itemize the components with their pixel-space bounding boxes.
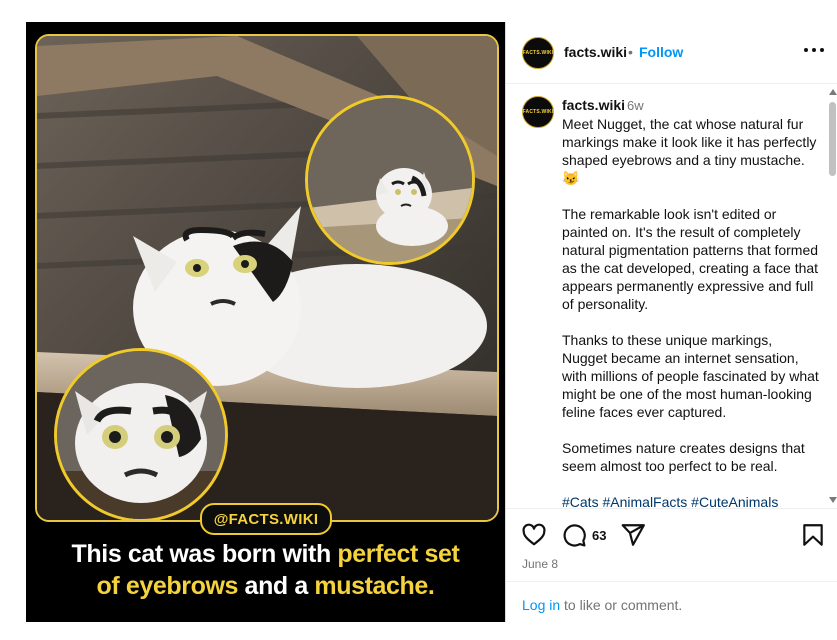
cat-photo: [35, 34, 499, 522]
post-details-panel: FACTS.WIKI facts.wiki • Follow FACTS.WIK…: [505, 22, 837, 622]
inset-photo-cat-closeup: [54, 348, 228, 520]
login-link[interactable]: Log in: [522, 597, 560, 613]
post-header: FACTS.WIKI facts.wiki • Follow: [506, 22, 837, 84]
caption-section[interactable]: FACTS.WIKI facts.wiki 6w Meet Nugget, th…: [506, 84, 828, 508]
caption-scrollbar[interactable]: [827, 84, 837, 508]
share-icon[interactable]: [620, 522, 646, 548]
hashtags: #Cats #AnimalFacts #CuteAnimals: [562, 493, 820, 508]
caption-paragraph: The remarkable look isn't edited or pain…: [562, 206, 819, 312]
more-options-icon[interactable]: [802, 38, 826, 62]
scroll-up-arrow-icon[interactable]: [829, 89, 837, 95]
bookmark-icon[interactable]: [800, 522, 826, 548]
caption-highlight: mustache.: [314, 572, 435, 600]
hashtag-link[interactable]: #Cats: [562, 494, 599, 508]
post-actions: 63 June 8 Log in to like or comment.: [506, 508, 837, 623]
heart-icon[interactable]: [521, 522, 547, 548]
caption-paragraph: Sometimes nature creates designs that se…: [562, 440, 805, 474]
post-date[interactable]: June 8: [522, 557, 558, 571]
caption-paragraph: Thanks to these unique markings, Nugget …: [562, 332, 819, 420]
media-handle-badge: @FACTS.WIKI: [200, 503, 332, 535]
username-link[interactable]: facts.wiki: [564, 44, 627, 60]
separator-dot: •: [628, 44, 633, 60]
caption-text: This cat was born with: [71, 540, 338, 568]
post-time[interactable]: 6w: [627, 98, 644, 113]
scroll-thumb[interactable]: [829, 102, 836, 176]
login-prompt-text: Log in to like or comment.: [522, 597, 682, 613]
caption-text: and a: [238, 572, 315, 600]
avatar[interactable]: FACTS.WIKI: [522, 37, 554, 69]
media-caption: This cat was born with perfect set of ey…: [26, 538, 505, 602]
inset-photo-cat-on-shelf: [305, 95, 475, 265]
caption-highlight: of eyebrows: [96, 572, 239, 600]
post-media[interactable]: @FACTS.WIKI This cat was born with perfe…: [26, 22, 505, 622]
comment-icon[interactable]: [561, 522, 587, 548]
login-suffix: to like or comment.: [560, 597, 683, 613]
hashtag-link[interactable]: #CuteAnimals: [691, 494, 778, 508]
caption-highlight: perfect set: [337, 540, 460, 568]
login-prompt: Log in to like or comment.: [506, 581, 837, 624]
follow-button[interactable]: Follow: [639, 44, 683, 60]
scroll-down-arrow-icon[interactable]: [829, 497, 837, 503]
caption-body: Meet Nugget, the cat whose natural fur m…: [562, 115, 820, 508]
hashtag-link[interactable]: #AnimalFacts: [602, 494, 687, 508]
caption-username[interactable]: facts.wiki: [562, 97, 625, 113]
caption-paragraph: Meet Nugget, the cat whose natural fur m…: [562, 116, 817, 186]
comment-count: 63: [592, 528, 607, 543]
avatar[interactable]: FACTS.WIKI: [522, 96, 554, 128]
